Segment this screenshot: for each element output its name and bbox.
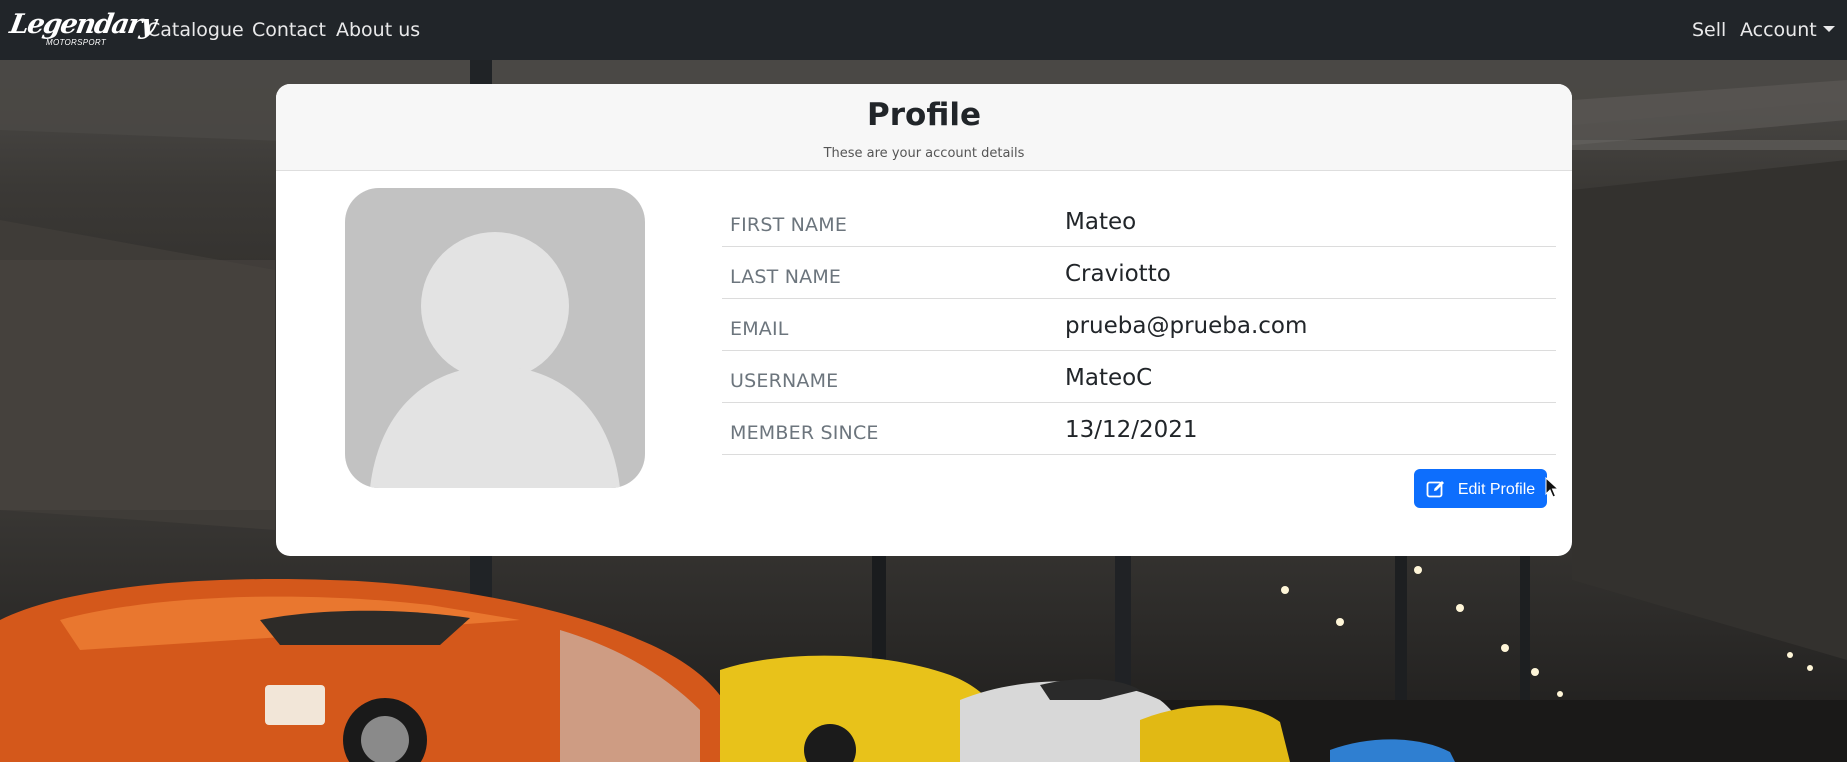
detail-label: MEMBER SINCE: [730, 422, 879, 444]
detail-row-email: EMAIL prueba@prueba.com: [722, 299, 1556, 351]
brand-logo-subtitle: MOTORSPORT: [46, 38, 107, 47]
profile-card: Profile These are your account details F…: [276, 84, 1572, 556]
detail-row-last-name: LAST NAME Craviotto: [722, 247, 1556, 299]
profile-card-header: Profile These are your account details: [276, 84, 1572, 171]
account-dropdown-toggle[interactable]: Account: [1740, 17, 1835, 43]
nav-link-sell[interactable]: Sell: [1692, 17, 1726, 43]
detail-label: LAST NAME: [730, 266, 842, 288]
detail-value: Craviotto: [1065, 261, 1171, 287]
brand-logo-script: Legendary: [7, 9, 158, 40]
nav-link-catalogue[interactable]: Catalogue: [147, 17, 244, 43]
nav-link-contact[interactable]: Contact: [252, 17, 326, 43]
top-navbar: Legendary MOTORSPORT Catalogue Contact A…: [0, 0, 1847, 60]
detail-row-username: USERNAME MateoC: [722, 351, 1556, 403]
page-title: Profile: [867, 97, 981, 133]
detail-value: Mateo: [1065, 209, 1137, 235]
edit-profile-button-label: Edit Profile: [1457, 481, 1536, 498]
detail-label: USERNAME: [730, 370, 839, 392]
pencil-square-icon: [1426, 481, 1444, 498]
account-dropdown-label: Account: [1740, 19, 1817, 41]
brand-logo[interactable]: Legendary MOTORSPORT: [7, 8, 157, 52]
detail-label: EMAIL: [730, 318, 789, 340]
caret-down-icon: [1822, 26, 1835, 32]
detail-row-first-name: FIRST NAME Mateo: [722, 195, 1556, 247]
account-details-list: FIRST NAME Mateo LAST NAME Craviotto EMA…: [722, 195, 1556, 455]
detail-row-member-since: MEMBER SINCE 13/12/2021: [722, 403, 1556, 455]
user-silhouette-icon: [370, 232, 620, 488]
mouse-cursor-icon: [1545, 477, 1559, 498]
detail-value: 13/12/2021: [1065, 417, 1198, 443]
detail-label: FIRST NAME: [730, 214, 848, 236]
nav-link-about-us[interactable]: About us: [336, 17, 420, 43]
detail-value: prueba@prueba.com: [1065, 313, 1308, 339]
avatar: [345, 188, 645, 488]
edit-profile-button[interactable]: Edit Profile: [1414, 469, 1547, 508]
page-subtitle: These are your account details: [823, 146, 1025, 161]
detail-value: MateoC: [1065, 365, 1153, 391]
